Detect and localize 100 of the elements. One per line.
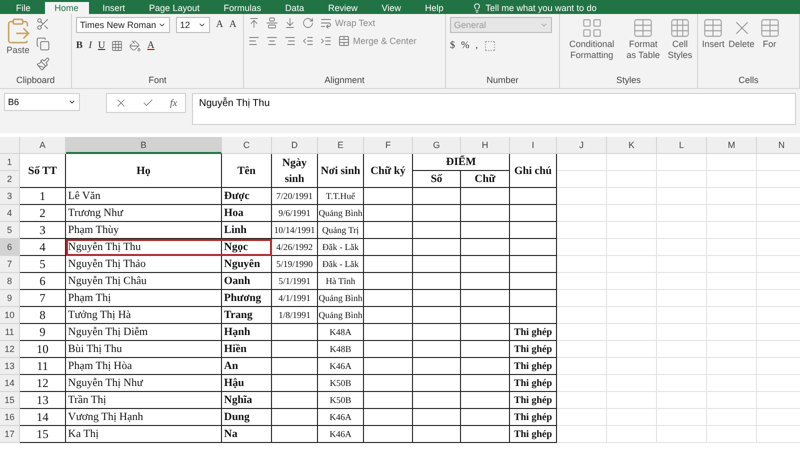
italic-button[interactable]: I [88, 39, 92, 53]
table-cell: Nguyễn Thị Châu [66, 273, 222, 290]
table-cell: 5/1/1991 [272, 273, 318, 290]
row-header[interactable]: 7 [0, 256, 20, 273]
percent-button[interactable]: % [461, 39, 470, 53]
top-align-icon[interactable] [248, 17, 260, 29]
ribbon-tab[interactable]: View [372, 2, 411, 14]
column-header[interactable]: J [557, 137, 607, 154]
row-header[interactable]: 9 [0, 290, 20, 307]
grow-font-button[interactable]: A [216, 18, 224, 32]
column-header[interactable]: A [20, 137, 66, 154]
header-cell: Ngày sinh [272, 154, 318, 188]
table-icon [758, 17, 781, 39]
style-button[interactable]: Conditional Formatting [564, 17, 620, 75]
currency-button[interactable]: $ [450, 39, 455, 53]
shrink-font-button[interactable]: A [229, 18, 236, 32]
align-right-icon[interactable] [284, 35, 296, 47]
decrease-indent-icon[interactable] [302, 35, 314, 47]
name-box[interactable]: B6 [4, 93, 80, 111]
table-cell: Hà Tĩnh [318, 273, 364, 290]
orientation-icon[interactable] [302, 17, 314, 29]
table-cell: Thi ghép [510, 341, 557, 358]
ribbon-tab[interactable]: Help [415, 2, 454, 14]
table-cell: 2 [20, 205, 66, 222]
ribbon-tab[interactable]: Data [275, 2, 314, 14]
ribbon-tab[interactable]: Home [44, 2, 89, 14]
row-header[interactable]: 5 [0, 222, 20, 239]
style-button[interactable]: Format as Table [623, 17, 663, 75]
table-cell: 4/26/1992 [272, 239, 318, 256]
row-header[interactable]: 6 [0, 239, 20, 256]
middle-align-icon[interactable] [266, 17, 278, 29]
column-header[interactable]: K [607, 137, 657, 154]
tell-me-field[interactable]: Tell me what you want to do [486, 2, 597, 14]
borders-icon[interactable] [111, 40, 124, 52]
row-header[interactable]: 15 [0, 392, 20, 409]
fill-color-icon[interactable] [129, 40, 142, 52]
ribbon-tab[interactable]: Formulas [214, 2, 272, 14]
table-cell: Phương [222, 290, 272, 307]
column-header[interactable]: F [364, 137, 413, 154]
increase-indent-icon[interactable] [320, 35, 332, 47]
cut-icon[interactable] [36, 17, 50, 31]
table-cell: 1 [20, 188, 66, 205]
table-cell: 7 [20, 290, 66, 307]
style-button[interactable]: Cell Styles [666, 17, 693, 75]
row-header[interactable]: 3 [0, 188, 20, 205]
table-icon [632, 17, 654, 39]
ribbon-tab[interactable]: Page Layout [139, 2, 210, 14]
row-header[interactable]: 11 [0, 324, 20, 341]
table-cell: Ngọc [222, 239, 272, 256]
group-label: Cells [737, 75, 760, 87]
format-painter-icon[interactable] [36, 57, 50, 71]
column-header[interactable]: G [413, 137, 461, 154]
table-cell: Linh [222, 222, 272, 239]
font-size-field[interactable]: 12 [176, 17, 210, 33]
align-center-icon[interactable] [266, 35, 278, 47]
column-header[interactable]: B [66, 137, 222, 154]
column-header[interactable]: E [318, 137, 364, 154]
row-header[interactable]: 12 [0, 341, 20, 358]
ribbon-tab[interactable]: Insert [92, 2, 136, 14]
row-header[interactable]: 13 [0, 358, 20, 375]
copy-icon[interactable] [36, 37, 50, 51]
row-header[interactable]: 8 [0, 273, 20, 290]
row-header[interactable]: 4 [0, 205, 20, 222]
cells-button[interactable]: Insert [702, 17, 725, 75]
align-left-icon[interactable] [248, 35, 260, 47]
table-cell: 4 [20, 239, 66, 256]
row-header[interactable]: 1 [0, 154, 20, 171]
font-color-button[interactable]: A [147, 39, 154, 53]
comma-button[interactable]: , [475, 39, 478, 53]
table-cell: Vương Thị Hạnh [66, 409, 222, 426]
underline-button[interactable]: U [98, 39, 106, 53]
column-header[interactable]: D [272, 137, 318, 154]
column-header[interactable]: M [707, 137, 757, 154]
row-header[interactable]: 17 [0, 426, 20, 443]
column-header[interactable]: N [757, 137, 800, 154]
column-header[interactable]: I [510, 137, 557, 154]
header-cell: ĐIỂM [413, 154, 510, 171]
ribbon-tab[interactable]: File [6, 2, 41, 14]
font-name-field[interactable]: Times New Roman [76, 17, 170, 33]
table-cell: Ka Thị [66, 426, 222, 443]
table-cell: K50B [318, 375, 364, 392]
cells-button[interactable]: For [758, 17, 781, 75]
insert-function-button[interactable]: fx [170, 98, 178, 108]
row-header[interactable]: 16 [0, 409, 20, 426]
bold-button[interactable]: B [76, 39, 83, 53]
table-cell: Hậu [222, 375, 272, 392]
paste-button[interactable]: Paste [4, 17, 32, 75]
bottom-align-icon[interactable] [284, 17, 296, 29]
cells-button[interactable]: Delete [728, 17, 755, 75]
column-header[interactable]: C [222, 137, 272, 154]
formula-field[interactable]: Nguyễn Thị Thu [192, 93, 796, 125]
column-header[interactable]: L [657, 137, 707, 154]
row-header[interactable]: 2 [0, 171, 20, 188]
ribbon-tab[interactable]: Review [318, 2, 368, 14]
header-cell: Ghi chú [510, 154, 557, 188]
row-header[interactable]: 14 [0, 375, 20, 392]
column-header[interactable]: H [461, 137, 510, 154]
row-header[interactable]: 10 [0, 307, 20, 324]
table-cell: Quảng Bình [318, 205, 364, 222]
group-label: Number [485, 75, 520, 87]
